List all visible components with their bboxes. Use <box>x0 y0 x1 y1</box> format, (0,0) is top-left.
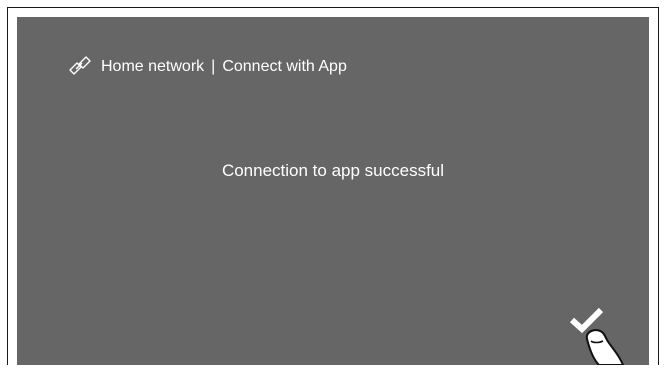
hand-pointer-icon <box>579 325 629 366</box>
header-page-label: Connect with App <box>222 58 347 75</box>
header-section-label: Home network <box>101 58 205 75</box>
header-breadcrumb: Home network | Connect with App <box>67 55 347 79</box>
header-separator: | <box>211 58 216 75</box>
device-screen: Home network | Connect with App Connecti… <box>17 17 649 366</box>
link-icon <box>67 55 93 79</box>
status-message: Connection to app successful <box>221 161 445 180</box>
